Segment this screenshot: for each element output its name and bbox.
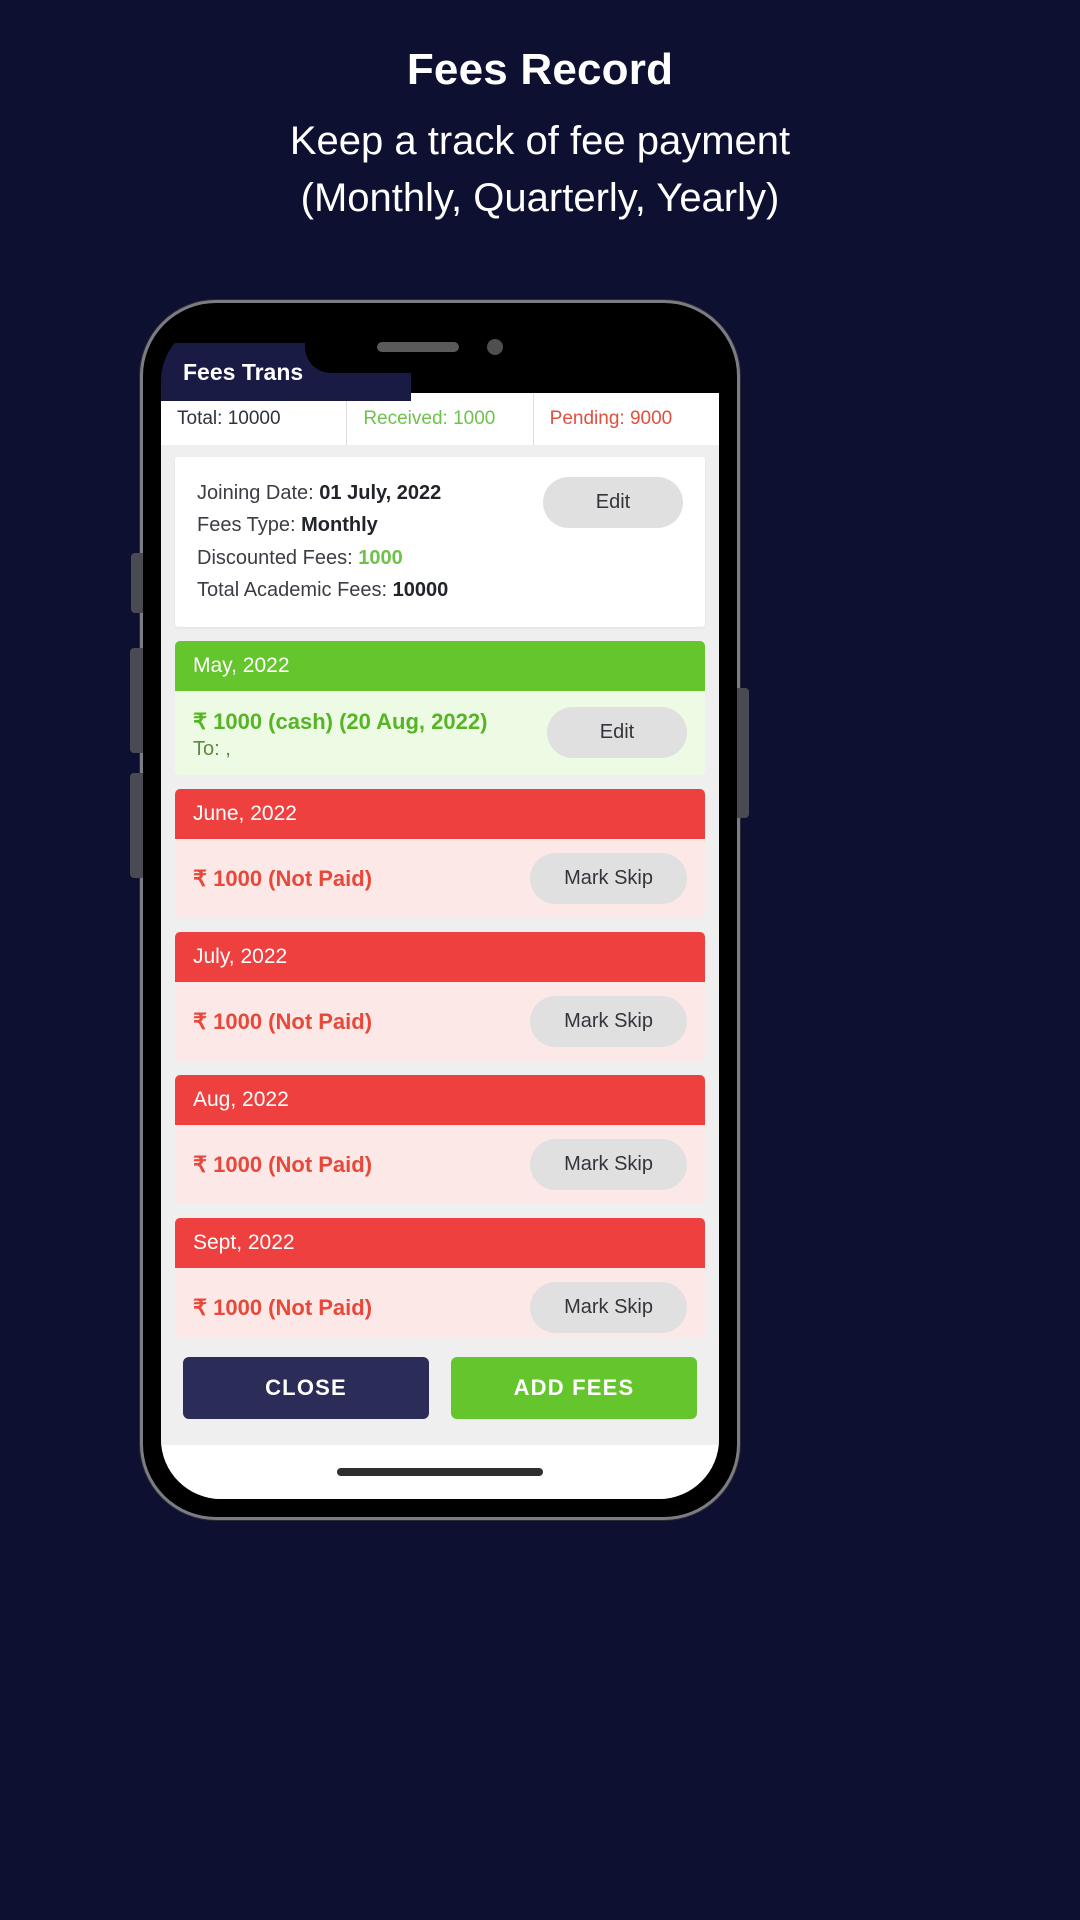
month-header: July, 2022 [175, 931, 705, 982]
student-fees-info-lines: Joining Date: 01 July, 2022 Fees Type: M… [197, 477, 448, 607]
month-block: May, 2022 ₹ 1000 (cash) (20 Aug, 2022) To:… [175, 640, 705, 775]
mark-skip-button[interactable]: Mark Skip [530, 995, 687, 1047]
month-row: ₹ 1000 (Not Paid) Mark Skip [175, 1267, 705, 1337]
total-academic-fees-label: Total Academic Fees: [197, 579, 393, 602]
student-fees-info-card: Joining Date: 01 July, 2022 Fees Type: M… [175, 457, 705, 627]
discounted-fees-row: Discounted Fees: 1000 [197, 542, 448, 574]
status-bar: Fees Trans [161, 321, 719, 401]
month-list: May, 2022 ₹ 1000 (cash) (20 Aug, 2022) To:… [175, 640, 705, 1337]
phone-power-button [737, 688, 749, 818]
month-block: Sept, 2022 ₹ 1000 (Not Paid) Mark Skip [175, 1217, 705, 1337]
edit-payment-button[interactable]: Edit [547, 707, 687, 759]
app-content: Total: 10000 Received: 1000 Pending: 900… [161, 393, 719, 1499]
phone-volume-up-button [130, 648, 143, 753]
summary-pending: Pending: 9000 [532, 393, 719, 445]
home-indicator[interactable] [337, 1468, 543, 1476]
month-amount: ₹ 1000 (Not Paid) [193, 1151, 373, 1177]
promo-title: Fees Record [406, 45, 674, 94]
phone-notch [305, 321, 575, 373]
front-camera-icon [487, 339, 503, 355]
promo-subtitle-line-2: (Monthly, Quarterly, Yearly) [300, 175, 780, 220]
earpiece-speaker-icon [377, 342, 459, 352]
fees-type-value: Monthly [301, 514, 378, 537]
month-block: June, 2022 ₹ 1000 (Not Paid) Mark Skip [175, 788, 705, 918]
month-row: ₹ 1000 (Not Paid) Mark Skip [175, 981, 705, 1061]
month-amount: ₹ 1000 (cash) (20 Aug, 2022) [193, 708, 488, 734]
total-academic-fees-row: Total Academic Fees: 10000 [197, 574, 448, 606]
month-amount-wrap: ₹ 1000 (Not Paid) [193, 1148, 372, 1181]
joining-date-row: Joining Date: 01 July, 2022 [197, 477, 448, 509]
month-header: June, 2022 [175, 788, 705, 839]
month-amount-wrap: ₹ 1000 (cash) (20 Aug, 2022) To: , [193, 705, 487, 761]
promo-header: Fees Record Keep a track of fee payment … [0, 0, 1080, 227]
app-bar-title: Fees Trans [183, 358, 304, 385]
month-amount-wrap: ₹ 1000 (Not Paid) [193, 1291, 372, 1324]
month-amount-wrap: ₹ 1000 (Not Paid) [193, 862, 372, 895]
fees-type-row: Fees Type: Monthly [197, 509, 448, 541]
mark-skip-button[interactable]: Mark Skip [530, 852, 687, 904]
joining-date-label: Joining Date: [197, 482, 320, 504]
phone-silent-switch [131, 553, 143, 613]
total-academic-fees-value: 10000 [392, 579, 449, 602]
add-fees-button[interactable]: ADD FEES [451, 1357, 697, 1419]
month-amount: ₹ 1000 (Not Paid) [193, 1008, 373, 1034]
month-header: Sept, 2022 [175, 1217, 705, 1268]
phone-screen: Fees Trans Total: 10000 Received: 1000 P… [161, 321, 719, 1499]
month-row: ₹ 1000 (Not Paid) Mark Skip [175, 838, 705, 918]
mark-skip-button[interactable]: Mark Skip [530, 1281, 687, 1333]
phone-mockup: Fees Trans Total: 10000 Received: 1000 P… [130, 300, 749, 1520]
month-block: July, 2022 ₹ 1000 (Not Paid) Mark Skip [175, 931, 705, 1061]
promo-subtitle-line-1: Keep a track of fee payment [289, 119, 791, 163]
bottom-action-bar: CLOSE ADD FEES [161, 1337, 719, 1445]
close-button[interactable]: CLOSE [183, 1357, 429, 1419]
month-header: May, 2022 [175, 640, 705, 691]
month-row: ₹ 1000 (cash) (20 Aug, 2022) To: , Edit [175, 690, 705, 775]
mark-skip-button[interactable]: Mark Skip [530, 1138, 687, 1190]
fees-type-label: Fees Type: [197, 514, 302, 537]
month-note: To: , [193, 737, 231, 760]
discounted-fees-label: Discounted Fees: [197, 546, 359, 569]
edit-fees-info-button[interactable]: Edit [543, 477, 683, 528]
month-header: Aug, 2022 [175, 1074, 705, 1125]
month-block: Aug, 2022 ₹ 1000 (Not Paid) Mark Skip [175, 1074, 705, 1204]
phone-volume-down-button [130, 773, 143, 878]
month-amount-wrap: ₹ 1000 (Not Paid) [193, 1005, 372, 1038]
month-amount: ₹ 1000 (Not Paid) [193, 1294, 373, 1320]
discounted-fees-value: 1000 [358, 546, 403, 569]
promo-subtitle: Keep a track of fee payment (Monthly, Qu… [0, 113, 1080, 227]
phone-frame: Fees Trans Total: 10000 Received: 1000 P… [130, 300, 749, 1520]
joining-date-value: 01 July, 2022 [319, 482, 442, 504]
fees-list-scroll-area[interactable]: Joining Date: 01 July, 2022 Fees Type: M… [161, 445, 719, 1337]
month-row: ₹ 1000 (Not Paid) Mark Skip [175, 1124, 705, 1204]
home-indicator-area [161, 1445, 719, 1499]
month-amount: ₹ 1000 (Not Paid) [193, 865, 373, 891]
